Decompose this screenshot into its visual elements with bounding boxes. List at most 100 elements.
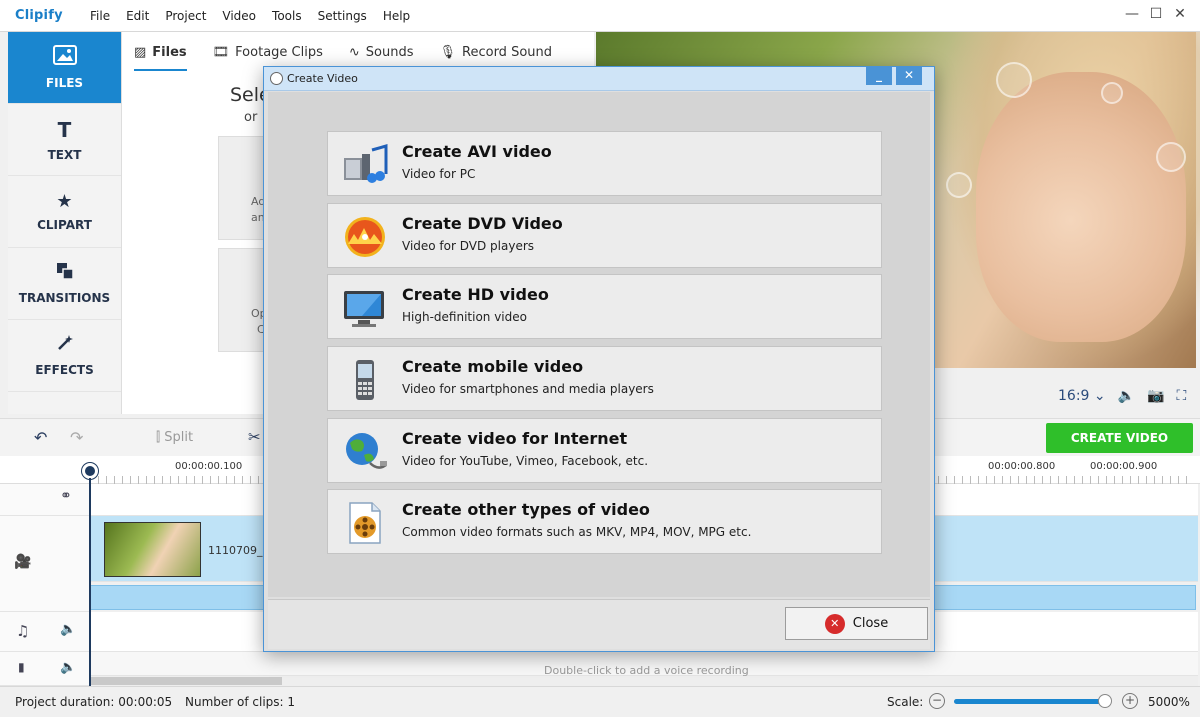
text-icon: T <box>57 117 72 142</box>
fullscreen-icon[interactable]: ⛶ <box>1177 388 1187 404</box>
duration-label: Project duration: <box>15 695 115 709</box>
scissors-icon[interactable]: ✂ <box>248 428 261 446</box>
speaker-icon[interactable]: 🔈 <box>1118 388 1135 404</box>
sidebar-item-files[interactable]: FILES <box>8 32 121 104</box>
dialog-close-button[interactable]: ✕ <box>896 67 922 85</box>
sidebar-item-clipart[interactable]: ★ CLIPART <box>8 176 121 248</box>
pane-subtitle: or <box>244 110 258 125</box>
bubble <box>946 172 972 198</box>
sidebar: FILES T TEXT ★ CLIPART TRANSITIONS EFFEC… <box>8 32 122 414</box>
menu-settings[interactable]: Settings <box>318 9 367 23</box>
bubble <box>1101 82 1123 104</box>
split-label: Split <box>164 430 194 445</box>
scale-label: Scale: <box>887 695 924 709</box>
create-video-button[interactable]: CREATE VIDEO <box>1046 423 1193 453</box>
aspect-ratio-selector[interactable]: 16:9 ⌄ <box>1058 388 1106 404</box>
option-title: Create mobile video <box>402 357 584 376</box>
option-title: Create HD video <box>402 285 549 304</box>
magic-wand-icon <box>56 334 74 357</box>
option-subtitle: Video for PC <box>402 167 476 181</box>
option-create-internet[interactable]: Create video for Internet Video for YouT… <box>327 418 882 483</box>
dialog-title: Create Video <box>287 72 358 85</box>
option-title: Create video for Internet <box>402 429 628 448</box>
maximize-button[interactable]: ☐ <box>1144 6 1168 22</box>
close-button[interactable]: ✕ Close <box>785 607 928 640</box>
zoom-slider-knob[interactable] <box>1098 694 1113 708</box>
menu-video[interactable]: Video <box>222 9 256 23</box>
tab-label: Footage Clips <box>235 44 323 60</box>
option-subtitle: Video for YouTube, Vimeo, Facebook, etc. <box>402 454 649 468</box>
zoom-value: 5000% <box>1148 695 1190 709</box>
menu-bar: File Edit Project Video Tools Settings H… <box>82 9 418 23</box>
sidebar-item-text[interactable]: T TEXT <box>8 104 121 176</box>
sidebar-item-label: FILES <box>45 76 84 90</box>
film-reel-icon <box>270 72 283 85</box>
app-logo: Clipify <box>15 8 63 23</box>
film-icon: 🎞 <box>212 44 230 60</box>
option-create-hd[interactable]: Create HD video High-definition video <box>327 274 882 339</box>
tick-label: 00:00:00.100 <box>175 461 243 472</box>
menu-edit[interactable]: Edit <box>126 9 149 23</box>
redo-icon[interactable]: ↷ <box>70 428 83 447</box>
dialog-body: Create AVI video Video for PC Create DVD… <box>268 92 930 597</box>
undo-icon[interactable]: ↶ <box>34 428 47 447</box>
bubble <box>996 62 1032 98</box>
option-subtitle: Video for DVD players <box>402 239 535 253</box>
tab-files[interactable]: ▨ Files <box>134 45 187 71</box>
open-folder-tile[interactable]: Op C <box>218 248 268 352</box>
tab-label: Record Sound <box>462 44 552 60</box>
menu-help[interactable]: Help <box>383 9 410 23</box>
link-icon[interactable]: ⚭ <box>60 488 72 504</box>
window-controls: — ☐ ✕ <box>1120 6 1192 22</box>
close-window-button[interactable]: ✕ <box>1168 6 1192 22</box>
dialog-minimize-button[interactable]: _ <box>866 67 892 85</box>
star-icon: ★ <box>56 191 73 212</box>
option-subtitle: Video for smartphones and media players <box>402 382 654 396</box>
playhead-line <box>89 478 91 686</box>
timeline-scrollbar[interactable] <box>90 676 1198 686</box>
bubble <box>1156 142 1186 172</box>
tab-sounds[interactable]: ∿ Sounds <box>349 45 414 60</box>
dvd-icon <box>342 216 388 258</box>
sidebar-item-transitions[interactable]: TRANSITIONS <box>8 248 121 320</box>
close-label: Close <box>852 616 889 631</box>
music-note-icon: ♫ <box>16 622 30 640</box>
speaker-icon[interactable]: 🔈 <box>60 660 76 675</box>
camera-icon[interactable]: 📷 <box>1147 388 1164 404</box>
split-button[interactable]: ⫿ Split <box>156 430 193 445</box>
menu-project[interactable]: Project <box>165 9 206 23</box>
sidebar-item-label: EFFECTS <box>35 363 94 377</box>
tick-label: 00:00:00.800 <box>988 461 1056 472</box>
option-create-avi[interactable]: Create AVI video Video for PC <box>327 131 882 196</box>
film-reel-icon <box>342 502 388 544</box>
speaker-icon[interactable]: 🔈 <box>60 622 76 637</box>
zoom-in-icon[interactable]: + <box>1122 693 1138 709</box>
option-create-mobile[interactable]: Create mobile video Video for smartphone… <box>327 346 882 411</box>
zoom-out-icon[interactable]: − <box>929 693 945 709</box>
option-create-other[interactable]: Create other types of video Common video… <box>327 489 882 554</box>
option-create-dvd[interactable]: Create DVD Video Video for DVD players <box>327 203 882 268</box>
sidebar-item-effects[interactable]: EFFECTS <box>8 320 121 392</box>
option-title: Create DVD Video <box>402 214 563 233</box>
tab-footage-clips[interactable]: 🎞 Footage Clips <box>213 45 323 60</box>
menu-file[interactable]: File <box>90 9 110 23</box>
avi-icon <box>342 144 388 186</box>
add-files-tile[interactable]: Ad an <box>218 136 268 240</box>
dialog-footer: ✕ Close <box>268 599 930 649</box>
preview-image-face <box>976 72 1186 342</box>
menu-tools[interactable]: Tools <box>272 9 302 23</box>
music-track-head: ♫ 🔈 <box>0 612 90 652</box>
minimize-button[interactable]: — <box>1120 6 1144 22</box>
sidebar-item-label: CLIPART <box>37 218 92 232</box>
tab-record-sound[interactable]: 🎙 Record Sound <box>440 45 553 60</box>
video-camera-icon[interactable]: 🎥 <box>14 554 31 570</box>
video-clip-thumbnail[interactable] <box>104 522 201 577</box>
transitions-icon <box>56 262 74 285</box>
title-bar: Clipify File Edit Project Video Tools Se… <box>0 0 1200 32</box>
scrollbar-thumb[interactable] <box>90 677 282 685</box>
clip-count: Number of clips: 1 <box>185 695 295 709</box>
mobile-phone-icon <box>342 359 388 401</box>
playhead-handle[interactable] <box>82 463 98 479</box>
clip-name: 1110709_S <box>208 544 270 557</box>
zoom-slider[interactable] <box>954 694 1113 708</box>
